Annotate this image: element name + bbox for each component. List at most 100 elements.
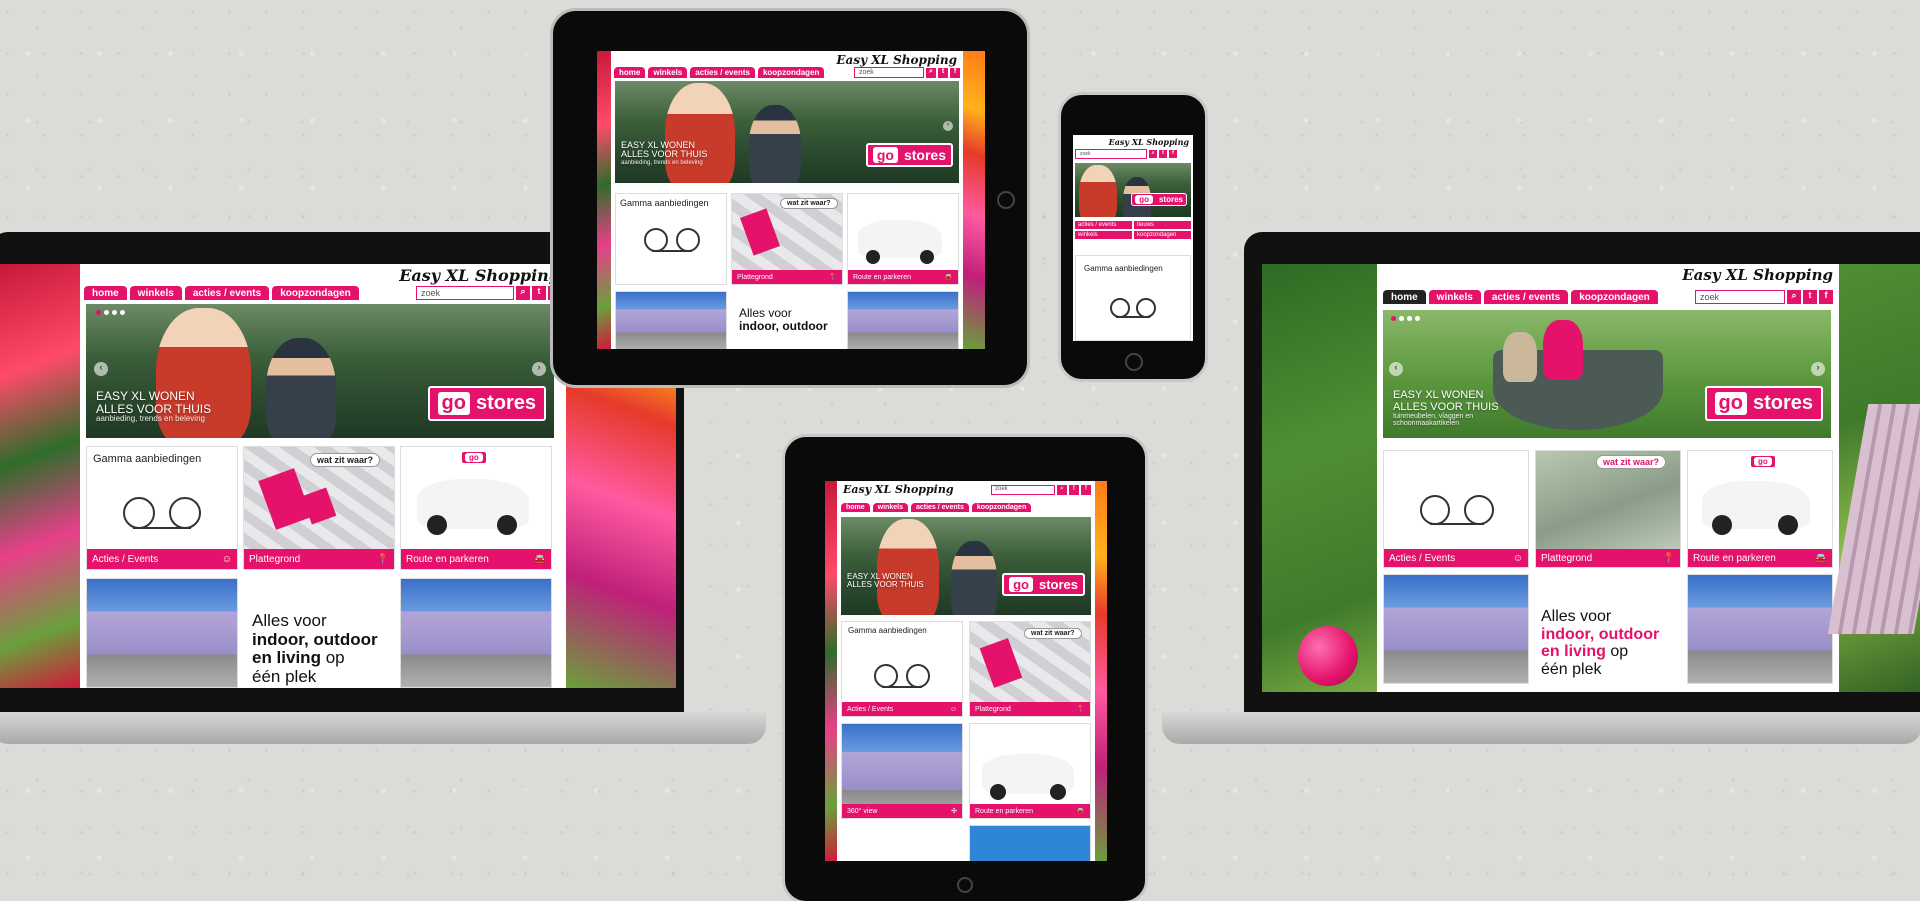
garden-chair [1827, 404, 1920, 634]
nav-tieuws[interactable]: tieuws [1134, 221, 1191, 229]
twitter-icon[interactable]: t [1159, 150, 1167, 158]
tile-route-bar[interactable]: Route en parkeren 🚘 [401, 549, 551, 569]
right-laptop-screen: Easy XL Shopping home winkels acties / e… [1262, 264, 1920, 692]
next-arrow[interactable]: › [943, 121, 953, 131]
phone-screen: Easy XL Shopping zoek ⌕ t f go stores act… [1073, 135, 1193, 341]
home-button[interactable] [997, 191, 1015, 209]
nav-koopzondagen[interactable]: koopzondagen [272, 286, 359, 300]
tile-gamma[interactable]: Gamma aanbiedingen Acties / Events ☺ [86, 446, 238, 570]
nav-home[interactable]: home [614, 67, 646, 78]
carousel-dots[interactable] [1391, 316, 1420, 321]
left-laptop-base [0, 712, 766, 744]
nav-acties[interactable]: acties / events [1483, 290, 1569, 304]
nav-winkels[interactable]: winkels [648, 67, 688, 78]
nav-koopzondagen[interactable]: koopzondagen [1134, 231, 1191, 239]
facebook-icon[interactable]: f [1169, 150, 1177, 158]
search-input[interactable]: zoek [991, 485, 1055, 495]
car-icon: 🚘 [533, 553, 546, 565]
tile-acties-bar[interactable]: Acties / Events ☺ [87, 549, 237, 569]
top-tablet: Easy XL Shopping home winkels acties / e… [550, 8, 1030, 388]
prev-arrow[interactable]: ‹ [94, 362, 108, 376]
tile-plattegrond-bar[interactable]: Plattegrond 📍 [244, 549, 394, 569]
tile-map[interactable]: wat zit waar? Plattegrond 📍 [731, 193, 843, 285]
search-input[interactable]: zoek [416, 286, 514, 300]
nav-acties[interactable]: acties / events [690, 67, 755, 78]
hero-headline: EASY XL WONEN ALLES VOOR THUIS tuinmeube… [1393, 389, 1499, 428]
next-arrow[interactable]: › [532, 362, 546, 376]
search-icon[interactable]: ⌕ [1787, 290, 1801, 304]
tile-route[interactable]: go Route en parkeren 🚘 [1687, 450, 1833, 568]
mobile-nav: acties / events tieuws winkels koopzonda… [1075, 221, 1191, 239]
tile-stores-photo[interactable] [400, 578, 552, 688]
nav-winkels[interactable]: winkels [1075, 231, 1132, 239]
twitter-icon[interactable]: t [1069, 485, 1079, 495]
tile-stores-photo[interactable] [847, 291, 959, 349]
search-icon[interactable]: ⌕ [1149, 150, 1157, 158]
nav-home[interactable]: home [84, 286, 127, 300]
tile-blue-teaser[interactable] [969, 825, 1091, 861]
search-input[interactable]: zoek [854, 67, 924, 78]
tile-mall-photo[interactable] [1383, 574, 1529, 684]
home-button[interactable] [1125, 353, 1143, 371]
stores-word: stores [475, 392, 536, 414]
tile-stores-photo[interactable] [1687, 574, 1833, 684]
twitter-icon[interactable]: t [938, 67, 948, 78]
tile-route[interactable]: Route en parkeren 🚘 [969, 723, 1091, 819]
carousel-dots[interactable] [96, 310, 125, 315]
next-arrow[interactable]: › [1811, 362, 1825, 376]
nav-acties[interactable]: acties / events [184, 286, 270, 300]
prev-arrow[interactable]: ‹ [1389, 362, 1403, 376]
nav-winkels[interactable]: winkels [1428, 290, 1481, 304]
search-icon[interactable]: ⌕ [926, 67, 936, 78]
search-icon[interactable]: ⌕ [1057, 485, 1067, 495]
tile-gamma[interactable]: Gamma aanbiedingen [1075, 255, 1191, 341]
tile-acties-label: Acties / Events [92, 553, 159, 565]
go-stores-logo: go stores [1131, 193, 1187, 206]
tile-map[interactable]: wat zit waar? Plattegrond 📍 [1535, 450, 1681, 568]
hero-carousel: EASY XL WONEN ALLES VOOR THUIS go stores [841, 517, 1091, 615]
search-input[interactable]: zoek [1075, 149, 1147, 159]
twitter-icon[interactable]: t [1803, 290, 1817, 304]
main-nav: home winkels acties / events koopzondage… [837, 503, 1095, 512]
tile-route[interactable]: go Route en parkeren 🚘 [400, 446, 552, 570]
main-nav: home winkels acties / events koopzondage… [80, 286, 566, 300]
go-stores-logo: go stores [427, 386, 546, 421]
nav-winkels[interactable]: winkels [872, 503, 908, 512]
girl-photo [1543, 320, 1583, 380]
tile-gamma[interactable]: Gamma aanbiedingen Acties / Events ☺ [841, 621, 963, 717]
tile-map[interactable]: wat zit waar? Plattegrond 📍 [243, 446, 395, 570]
nav-home[interactable]: home [841, 503, 870, 512]
tile-mall-photo[interactable] [615, 291, 727, 349]
tile-map[interactable]: wat zit waar? Plattegrond 📍 [969, 621, 1091, 717]
facebook-icon[interactable]: f [950, 67, 960, 78]
nav-koopzondagen[interactable]: koopzondagen [757, 67, 825, 78]
search: zoek ⌕ t f [1695, 290, 1833, 304]
search: zoek ⌕ t f [854, 67, 960, 78]
facebook-icon[interactable]: f [1819, 290, 1833, 304]
nav-acties[interactable]: acties / events [910, 503, 969, 512]
site: Easy XL Shopping zoek ⌕ t f home winkels… [837, 481, 1095, 861]
search-icon[interactable]: ⌕ [516, 286, 530, 300]
nav-koopzondagen[interactable]: koopzondagen [1571, 290, 1658, 304]
home-button[interactable] [957, 877, 973, 893]
nav-home[interactable]: home [1383, 290, 1426, 304]
tile-mall-photo[interactable]: 360° view ✣ [841, 723, 963, 819]
tile-gamma[interactable]: Acties / Events ☺ [1383, 450, 1529, 568]
hero-line-1: EASY XL WONEN [96, 389, 195, 403]
main-nav: home winkels acties / events koopzondage… [611, 67, 963, 78]
nav-koopzondagen[interactable]: koopzondagen [971, 503, 1032, 512]
bottom-tablet: Easy XL Shopping zoek ⌕ t f home winkels… [782, 434, 1148, 901]
tile-mall-photo[interactable] [86, 578, 238, 688]
twitter-icon[interactable]: t [532, 286, 546, 300]
tile-gamma[interactable]: Gamma aanbiedingen [615, 193, 727, 285]
wat-zit-waar-bubble: wat zit waar? [310, 453, 381, 467]
nav-winkels[interactable]: winkels [129, 286, 182, 300]
right-laptop-base [1162, 712, 1920, 744]
tile-route[interactable]: Route en parkeren 🚘 [847, 193, 959, 285]
search-input[interactable]: zoek [1695, 290, 1785, 304]
car-image [417, 479, 529, 535]
car-icon: 🚘 [1814, 552, 1827, 564]
nav-acties[interactable]: acties / events [1075, 221, 1132, 229]
facebook-icon[interactable]: f [1081, 485, 1091, 495]
pin-icon: 📍 [828, 274, 837, 281]
